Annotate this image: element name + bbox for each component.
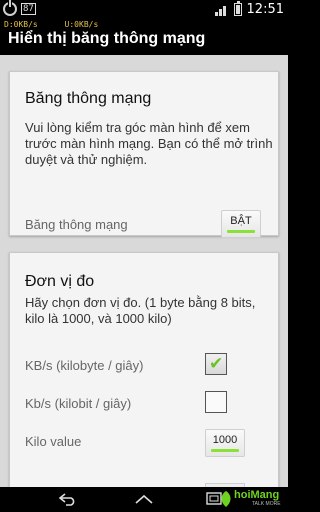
bandwidth-toggle-button[interactable]: BẬT: [221, 210, 261, 238]
check-icon: ✔: [209, 354, 224, 374]
settings-content[interactable]: Băng thông mạng Vui lòng kiểm tra góc mà…: [0, 55, 288, 487]
status-left: 87: [3, 0, 36, 16]
unit-option-label-kbyte: KB/s (kilobyte / giây): [25, 358, 144, 373]
back-icon[interactable]: [58, 493, 78, 506]
status-right: 12:51: [214, 1, 284, 17]
bandwidth-card-title: Băng thông mạng: [25, 90, 152, 107]
watermark-text: hoiMang: [234, 489, 280, 501]
unit-checkbox-kbyte[interactable]: ✔: [205, 353, 227, 375]
unit-option-label-kbit: Kb/s (kilobit / giây): [25, 396, 132, 411]
leaf-icon: [221, 491, 231, 507]
power-icon: [3, 0, 17, 16]
status-bar: 87 12:51: [0, 0, 288, 20]
speed-readout: D:0KB/s U:0KB/s: [4, 20, 98, 29]
kilo-value-label: Kilo value: [25, 434, 82, 449]
upload-speed: U:0KB/s: [64, 20, 99, 29]
watermark-subtitle: TALK MORE: [252, 501, 281, 507]
battery-icon: [233, 1, 242, 16]
bandwidth-card: Băng thông mạng Vui lòng kiểm tra góc mà…: [9, 71, 279, 238]
home-icon[interactable]: [134, 493, 154, 506]
page-title: Hiển thị băng thông mạng: [8, 30, 206, 47]
unit-checkbox-kbit[interactable]: [205, 391, 227, 413]
clock: 12:51: [246, 2, 284, 17]
bandwidth-row-label: Băng thông mạng: [25, 217, 128, 232]
kilo-value-button[interactable]: 1000: [205, 429, 245, 457]
unit-card-title: Đơn vị đo: [25, 273, 95, 290]
watermark-logo: hoiMang TALK MORE: [216, 488, 286, 510]
download-speed: D:0KB/s: [4, 20, 38, 29]
navigation-bar: hoiMang TALK MORE: [0, 487, 288, 512]
signal-icon: [214, 4, 229, 16]
unit-card: Đơn vị đo Hãy chọn đơn vị đo. (1 byte bằ…: [9, 252, 279, 487]
bandwidth-card-description: Vui lòng kiểm tra góc màn hình để xem tr…: [25, 120, 273, 167]
unit-card-description: Hãy chọn đơn vị đo. (1 byte bằng 8 bits,…: [25, 295, 256, 326]
notification-badge: 87: [21, 3, 36, 15]
